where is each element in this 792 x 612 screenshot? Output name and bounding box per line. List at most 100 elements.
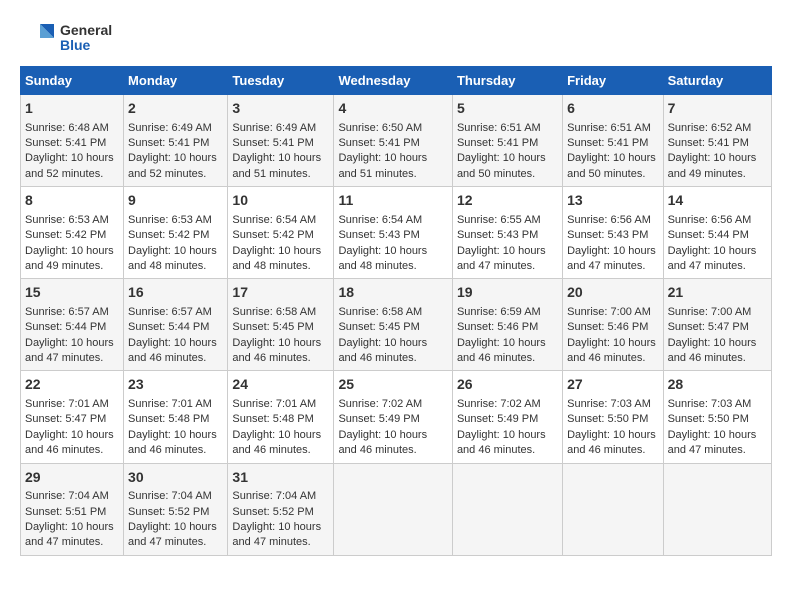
calendar-cell: 25Sunrise: 7:02 AMSunset: 5:49 PMDayligh… (334, 371, 453, 463)
sunrise: Sunrise: 7:00 AM (567, 306, 651, 318)
day-number: 18 (338, 283, 448, 303)
sunrise: Sunrise: 7:03 AM (668, 398, 752, 410)
sunrise: Sunrise: 6:58 AM (232, 306, 316, 318)
sunrise: Sunrise: 7:04 AM (128, 490, 212, 502)
header-row: SundayMondayTuesdayWednesdayThursdayFrid… (21, 67, 772, 95)
daylight: Daylight: 10 hours and 47 minutes. (128, 521, 217, 548)
calendar-cell: 23Sunrise: 7:01 AMSunset: 5:48 PMDayligh… (124, 371, 228, 463)
sunrise: Sunrise: 7:04 AM (25, 490, 109, 502)
day-number: 23 (128, 375, 223, 395)
daylight: Daylight: 10 hours and 48 minutes. (338, 245, 427, 272)
daylight: Daylight: 10 hours and 51 minutes. (338, 152, 427, 179)
sunset: Sunset: 5:44 PM (668, 229, 749, 241)
calendar-cell: 10Sunrise: 6:54 AMSunset: 5:42 PMDayligh… (228, 187, 334, 279)
daylight: Daylight: 10 hours and 46 minutes. (567, 337, 656, 364)
day-number: 14 (668, 191, 767, 211)
sunset: Sunset: 5:51 PM (25, 506, 106, 518)
daylight: Daylight: 10 hours and 46 minutes. (25, 429, 114, 456)
week-row-2: 8Sunrise: 6:53 AMSunset: 5:42 PMDaylight… (21, 187, 772, 279)
logo-icon (20, 20, 56, 56)
sunrise: Sunrise: 6:55 AM (457, 214, 541, 226)
header-cell-tuesday: Tuesday (228, 67, 334, 95)
day-number: 31 (232, 468, 329, 488)
sunset: Sunset: 5:43 PM (457, 229, 538, 241)
sunrise: Sunrise: 6:57 AM (128, 306, 212, 318)
daylight: Daylight: 10 hours and 47 minutes. (232, 521, 321, 548)
daylight: Daylight: 10 hours and 49 minutes. (25, 245, 114, 272)
sunset: Sunset: 5:46 PM (457, 321, 538, 333)
calendar-cell: 15Sunrise: 6:57 AMSunset: 5:44 PMDayligh… (21, 279, 124, 371)
day-number: 20 (567, 283, 658, 303)
day-number: 15 (25, 283, 119, 303)
daylight: Daylight: 10 hours and 46 minutes. (338, 429, 427, 456)
sunset: Sunset: 5:43 PM (567, 229, 648, 241)
week-row-1: 1Sunrise: 6:48 AMSunset: 5:41 PMDaylight… (21, 95, 772, 187)
daylight: Daylight: 10 hours and 52 minutes. (128, 152, 217, 179)
logo-text: General Blue (60, 23, 112, 54)
sunrise: Sunrise: 6:52 AM (668, 122, 752, 134)
day-number: 26 (457, 375, 558, 395)
header-cell-friday: Friday (563, 67, 663, 95)
calendar-cell: 22Sunrise: 7:01 AMSunset: 5:47 PMDayligh… (21, 371, 124, 463)
sunrise: Sunrise: 6:53 AM (25, 214, 109, 226)
week-row-5: 29 Sunrise: 7:04 AM Sunset: 5:51 PM Dayligh… (21, 463, 772, 555)
daylight: Daylight: 10 hours and 47 minutes. (668, 429, 757, 456)
sunrise: Sunrise: 6:49 AM (232, 122, 316, 134)
calendar-cell (663, 463, 771, 555)
day-number: 28 (668, 375, 767, 395)
calendar-cell (452, 463, 562, 555)
day-number: 27 (567, 375, 658, 395)
sunset: Sunset: 5:52 PM (128, 506, 209, 518)
calendar-cell: 12Sunrise: 6:55 AMSunset: 5:43 PMDayligh… (452, 187, 562, 279)
calendar-cell: 26Sunrise: 7:02 AMSunset: 5:49 PMDayligh… (452, 371, 562, 463)
daylight: Daylight: 10 hours and 49 minutes. (668, 152, 757, 179)
calendar-cell: 2 Sunrise: 6:49 AM Sunset: 5:41 PM Daylight… (124, 95, 228, 187)
sunset: Sunset: 5:42 PM (128, 229, 209, 241)
sunset: Sunset: 5:47 PM (668, 321, 749, 333)
sunrise: Sunrise: 7:02 AM (457, 398, 541, 410)
daylight: Daylight: 10 hours and 47 minutes. (567, 245, 656, 272)
daylight: Daylight: 10 hours and 47 minutes. (668, 245, 757, 272)
calendar-cell: 28Sunrise: 7:03 AMSunset: 5:50 PMDayligh… (663, 371, 771, 463)
sunrise: Sunrise: 7:01 AM (232, 398, 316, 410)
sunrise: Sunrise: 6:49 AM (128, 122, 212, 134)
sunrise: Sunrise: 6:48 AM (25, 122, 109, 134)
sunset: Sunset: 5:43 PM (338, 229, 419, 241)
sunrise: Sunrise: 6:59 AM (457, 306, 541, 318)
calendar-cell: 27Sunrise: 7:03 AMSunset: 5:50 PMDayligh… (563, 371, 663, 463)
calendar-table: SundayMondayTuesdayWednesdayThursdayFrid… (20, 66, 772, 556)
week-row-4: 22Sunrise: 7:01 AMSunset: 5:47 PMDayligh… (21, 371, 772, 463)
day-number: 29 (25, 468, 119, 488)
daylight: Daylight: 10 hours and 52 minutes. (25, 152, 114, 179)
calendar-cell: 16Sunrise: 6:57 AMSunset: 5:44 PMDayligh… (124, 279, 228, 371)
day-number: 22 (25, 375, 119, 395)
day-number: 2 (128, 99, 223, 119)
sunset: Sunset: 5:41 PM (128, 137, 209, 149)
header-cell-sunday: Sunday (21, 67, 124, 95)
day-number: 25 (338, 375, 448, 395)
sunset: Sunset: 5:50 PM (567, 413, 648, 425)
day-number: 10 (232, 191, 329, 211)
daylight: Daylight: 10 hours and 47 minutes. (25, 337, 114, 364)
calendar-cell: 1Sunrise: 6:48 AMSunset: 5:41 PMDaylight… (21, 95, 124, 187)
sunrise: Sunrise: 6:56 AM (567, 214, 651, 226)
sunset: Sunset: 5:42 PM (25, 229, 106, 241)
calendar-cell: 13Sunrise: 6:56 AMSunset: 5:43 PMDayligh… (563, 187, 663, 279)
daylight: Daylight: 10 hours and 46 minutes. (457, 337, 546, 364)
day-number: 7 (668, 99, 767, 119)
daylight: Daylight: 10 hours and 46 minutes. (567, 429, 656, 456)
calendar-cell: 5Sunrise: 6:51 AMSunset: 5:41 PMDaylight… (452, 95, 562, 187)
sunrise: Sunrise: 6:57 AM (25, 306, 109, 318)
week-row-3: 15Sunrise: 6:57 AMSunset: 5:44 PMDayligh… (21, 279, 772, 371)
day-number: 12 (457, 191, 558, 211)
calendar-cell: 18Sunrise: 6:58 AMSunset: 5:45 PMDayligh… (334, 279, 453, 371)
sunset: Sunset: 5:41 PM (567, 137, 648, 149)
day-number: 3 (232, 99, 329, 119)
sunrise: Sunrise: 6:56 AM (668, 214, 752, 226)
daylight: Daylight: 10 hours and 46 minutes. (232, 337, 321, 364)
daylight: Daylight: 10 hours and 46 minutes. (128, 429, 217, 456)
calendar-cell: 19Sunrise: 6:59 AMSunset: 5:46 PMDayligh… (452, 279, 562, 371)
sunset: Sunset: 5:45 PM (338, 321, 419, 333)
header-cell-monday: Monday (124, 67, 228, 95)
sunset: Sunset: 5:41 PM (338, 137, 419, 149)
